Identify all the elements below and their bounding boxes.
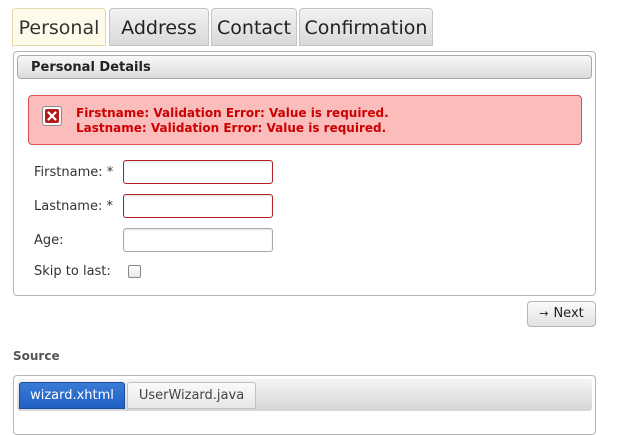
validation-error-box: Firstname: Validation Error: Value is re…	[28, 95, 582, 145]
age-label: Age:	[34, 233, 64, 248]
firstname-input[interactable]	[123, 160, 273, 184]
error-close-icon	[42, 106, 62, 126]
next-button-label: Next	[553, 306, 584, 321]
source-tab-wizard-xhtml[interactable]: wizard.xhtml	[19, 382, 125, 409]
skip-to-last-label: Skip to last:	[34, 264, 111, 279]
arrow-right-icon: →	[539, 307, 549, 320]
firstname-label: Firstname: *	[34, 165, 114, 180]
tab-contact[interactable]: Contact	[211, 8, 297, 46]
lastname-label: Lastname: *	[34, 199, 113, 214]
source-tab-userwizard-java[interactable]: UserWizard.java	[127, 382, 256, 409]
error-message-lastname: Lastname: Validation Error: Value is req…	[76, 121, 387, 135]
age-input[interactable]	[123, 228, 273, 252]
next-button[interactable]: → Next	[527, 301, 596, 327]
source-title: Source	[13, 349, 60, 363]
tab-confirmation[interactable]: Confirmation	[299, 8, 433, 46]
source-panel: wizard.xhtml UserWizard.java	[13, 375, 596, 435]
tab-personal[interactable]: Personal	[12, 8, 106, 46]
lastname-input[interactable]	[123, 194, 273, 218]
personal-details-panel: Personal Details Firstname: Validation E…	[13, 51, 596, 296]
tab-address[interactable]: Address	[109, 8, 209, 46]
panel-title: Personal Details	[17, 55, 592, 79]
error-messages: Firstname: Validation Error: Value is re…	[76, 106, 389, 136]
error-message-firstname: Firstname: Validation Error: Value is re…	[76, 106, 389, 120]
source-tabbar: wizard.xhtml UserWizard.java	[17, 379, 592, 411]
skip-to-last-checkbox[interactable]	[128, 265, 141, 278]
